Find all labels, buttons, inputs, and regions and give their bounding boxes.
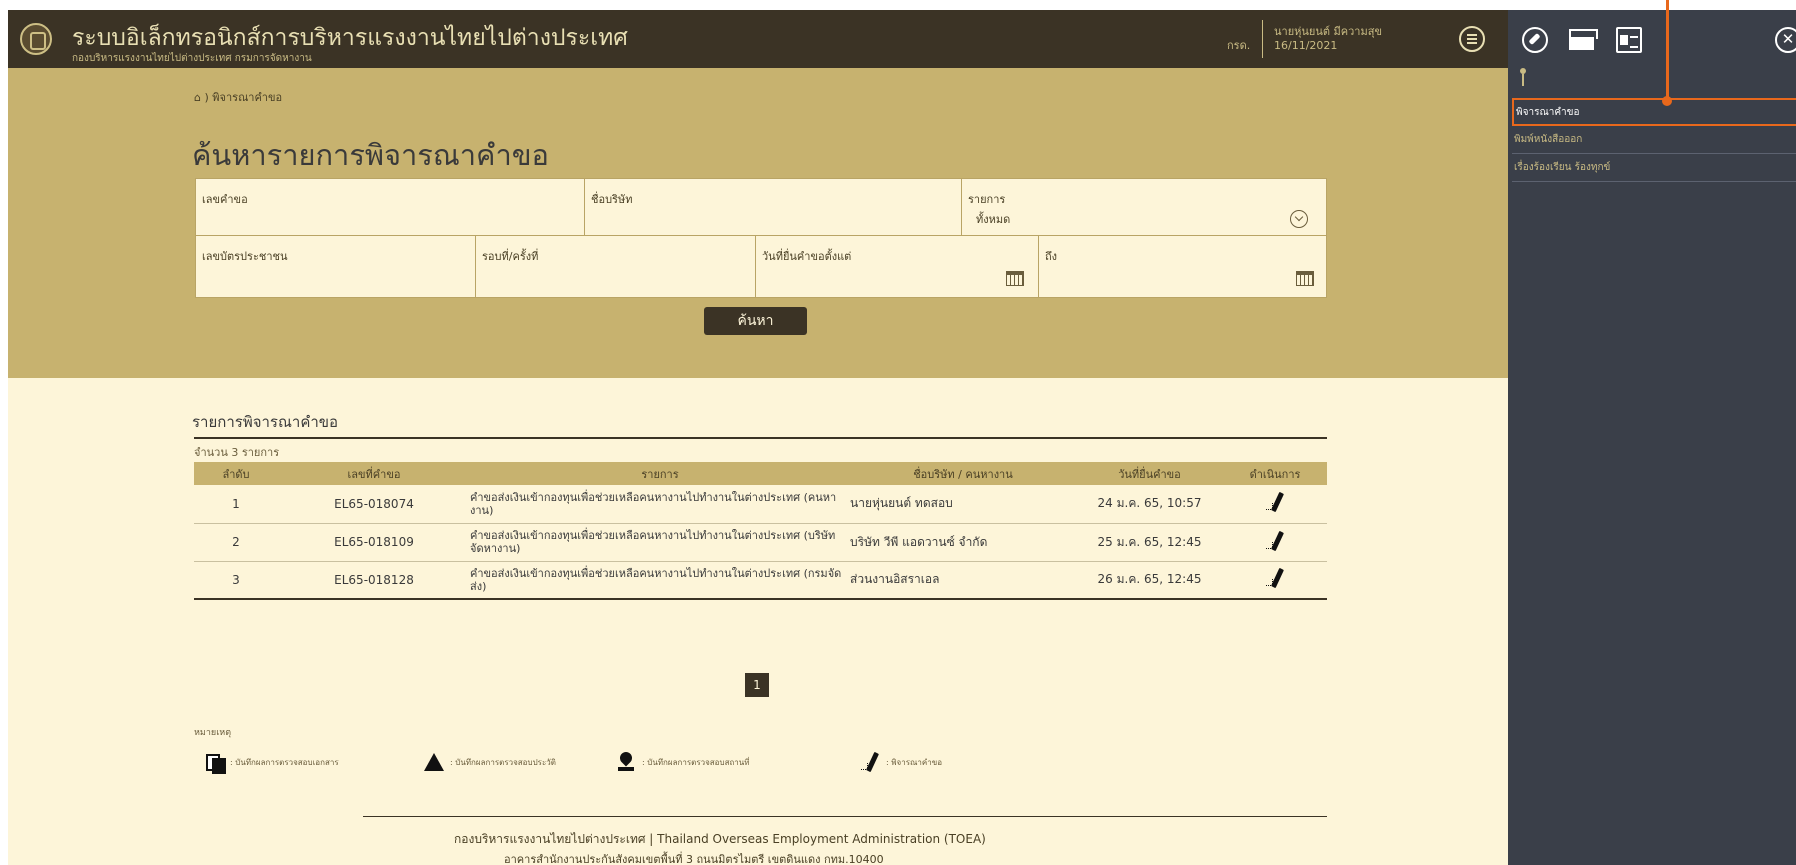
action-cell [1223, 523, 1327, 562]
results-title: รายการพิจารณาคำขอ [192, 413, 339, 431]
legend-label: : บันทึกผลการตรวจสอบประวัติ [450, 757, 556, 767]
legend-title: หมายเหตุ [194, 728, 232, 738]
chevron-down-icon[interactable] [1290, 210, 1308, 228]
breadcrumb-separator: ) [204, 91, 209, 104]
applicant-name: บริษัท วีพี แอดวานซ์ จำกัด [850, 523, 1076, 562]
request-no-field[interactable]: เลขคำขอ [196, 179, 585, 235]
warning-icon [424, 753, 444, 771]
date-from-field[interactable]: วันที่ยื่นคำขอตั้งแต่ [756, 236, 1039, 297]
breadcrumb-current: พิจารณาคำขอ [212, 91, 283, 104]
divider [194, 437, 1327, 439]
home-icon[interactable]: ⌂ [194, 91, 201, 104]
submit-date: 24 ม.ค. 65, 10:57 [1076, 485, 1223, 524]
location-pin-icon [616, 752, 636, 772]
logo-icon [20, 23, 52, 55]
applicant-name: นายหุ่นยนต์ ทดสอบ [850, 485, 1076, 524]
side-panel: ✕ พิจารณาคำขอ พิมพ์หนังสือออก เรื่องร้อง… [1508, 0, 1796, 865]
column-header: ลำดับ [194, 462, 278, 485]
pin-stem [1522, 74, 1524, 86]
item-label: รายการ [968, 193, 1006, 206]
id-card-icon[interactable] [1616, 27, 1642, 53]
legend-label: : บันทึกผลการตรวจสอบเอกสาร [230, 757, 339, 767]
row-number: 2 [194, 523, 278, 562]
submit-date: 26 ม.ค. 65, 12:45 [1076, 561, 1223, 600]
side-menu-item-consider-request[interactable]: พิจารณาคำขอ [1512, 98, 1796, 126]
submit-date: 25 ม.ค. 65, 12:45 [1076, 523, 1223, 562]
pagination-page-button[interactable]: 1 [745, 673, 769, 697]
action-cell [1223, 561, 1327, 600]
hamburger-menu-icon[interactable] [1459, 26, 1485, 52]
row-number: 1 [194, 485, 278, 524]
pen-icon[interactable] [1263, 568, 1287, 588]
footer-divider [363, 816, 1327, 817]
request-item: คำขอส่งเงินเข้ากองทุนเพื่อช่วยเหลือคนหาง… [470, 561, 850, 600]
item-selected-value: ทั้งหมด [976, 213, 1011, 226]
close-icon[interactable]: ✕ [1775, 27, 1796, 53]
legend-item: : บันทึกผลการตรวจสอบประวัติ [424, 752, 556, 772]
request-number: EL65-018109 [278, 523, 470, 562]
request-number: EL65-018128 [278, 561, 470, 600]
search-row-2: เลขบัตรประชาชน รอบที่/ครั้งที่ วันที่ยื่… [195, 236, 1327, 298]
date-to-label: ถึง [1045, 250, 1058, 263]
legend-item: : บันทึกผลการตรวจสอบเอกสาร [204, 752, 339, 774]
round-field[interactable]: รอบที่/ครั้งที่ [476, 236, 756, 297]
citizen-id-label: เลขบัตรประชาชน [202, 250, 288, 263]
pen-icon[interactable] [1263, 492, 1287, 512]
calendar-icon[interactable] [1006, 271, 1024, 286]
results-table: ลำดับ เลขที่คำขอ รายการ ชื่อบริษัท / คนห… [194, 462, 1327, 600]
company-field[interactable]: ชื่อบริษัท [585, 179, 962, 235]
request-item: คำขอส่งเงินเข้ากองทุนเพื่อช่วยเหลือคนหาง… [470, 523, 850, 562]
results-count: จำนวน 3 รายการ [194, 446, 280, 459]
request-number: EL65-018074 [278, 485, 470, 524]
breadcrumb: ⌂ ) พิจารณาคำขอ [194, 88, 282, 106]
top-bar: ระบบอิเล็กทรอนิกส์การบริหารแรงงานไทยไปต่… [8, 10, 1508, 68]
app-subtitle: กองบริหารแรงงานไทยไปต่างประเทศ กรมการจัด… [72, 53, 312, 64]
search-button[interactable]: ค้นหา [704, 307, 807, 335]
legend-label: : พิจารณาคำขอ [886, 757, 943, 767]
user-divider [1262, 20, 1263, 58]
company-label: ชื่อบริษัท [591, 193, 633, 206]
search-row-1: เลขคำขอ ชื่อบริษัท รายการ ทั้งหมด [195, 178, 1327, 236]
round-label: รอบที่/ครั้งที่ [482, 250, 539, 263]
table-row: 2 EL65-018109 คำขอส่งเงินเข้ากองทุนเพื่อ… [194, 523, 1327, 562]
main-content: ระบบอิเล็กทรอนิกส์การบริหารแรงงานไทยไปต่… [8, 10, 1508, 865]
table-row: 3 EL65-018128 คำขอส่งเงินเข้ากองทุนเพื่อ… [194, 561, 1327, 600]
current-date: 16/11/2021 [1274, 39, 1338, 52]
request-item: คำขอส่งเงินเข้ากองทุนเพื่อช่วยเหลือคนหาง… [470, 485, 850, 524]
table-row: 1 EL65-018074 คำขอส่งเงินเข้ากองทุนเพื่อ… [194, 485, 1327, 524]
inbox-icon[interactable] [1569, 27, 1598, 53]
column-header: ดำเนินการ [1223, 462, 1327, 485]
user-name: นายหุ่นยนต์ มีความสุข [1274, 25, 1382, 38]
calendar-icon[interactable] [1296, 271, 1314, 286]
column-header: ชื่อบริษัท / คนหางาน [850, 462, 1076, 485]
action-cell [1223, 485, 1327, 524]
citizen-id-field[interactable]: เลขบัตรประชาชน [196, 236, 476, 297]
legend-item: : พิจารณาคำขอ [858, 752, 942, 772]
table-header-row: ลำดับ เลขที่คำขอ รายการ ชื่อบริษัท / คนห… [194, 462, 1327, 485]
column-header: รายการ [470, 462, 850, 485]
request-no-label: เลขคำขอ [202, 193, 248, 206]
column-header: วันที่ยื่นคำขอ [1076, 462, 1223, 485]
org-code: กรด. [1227, 39, 1251, 52]
compass-icon[interactable] [1522, 27, 1548, 53]
footer-organization: กองบริหารแรงงานไทยไปต่างประเทศ | Thailan… [454, 832, 986, 846]
callout-line [1666, 0, 1669, 100]
document-check-icon [204, 752, 226, 774]
side-menu-item-print-letter[interactable]: พิมพ์หนังสือออก [1512, 126, 1796, 154]
row-number: 3 [194, 561, 278, 600]
item-select[interactable]: รายการ ทั้งหมด [962, 179, 1328, 235]
applicant-name: ส่วนงานอิสราเอล [850, 561, 1076, 600]
pen-icon [858, 752, 880, 772]
footer-address: อาคารสำนักงานประกันสังคมเขตพื้นที่ 3 ถนน… [504, 853, 884, 865]
date-to-field[interactable]: ถึง [1039, 236, 1328, 297]
legend-item: : บันทึกผลการตรวจสอบสถานที่ [616, 752, 750, 772]
page-title: ค้นหารายการพิจารณาคำขอ [192, 138, 549, 172]
date-from-label: วันที่ยื่นคำขอตั้งแต่ [762, 250, 852, 263]
pen-icon[interactable] [1263, 531, 1287, 551]
column-header: เลขที่คำขอ [278, 462, 470, 485]
side-menu-item-complaints[interactable]: เรื่องร้องเรียน ร้องทุกข์ [1512, 154, 1796, 182]
legend-label: : บันทึกผลการตรวจสอบสถานที่ [642, 757, 750, 767]
